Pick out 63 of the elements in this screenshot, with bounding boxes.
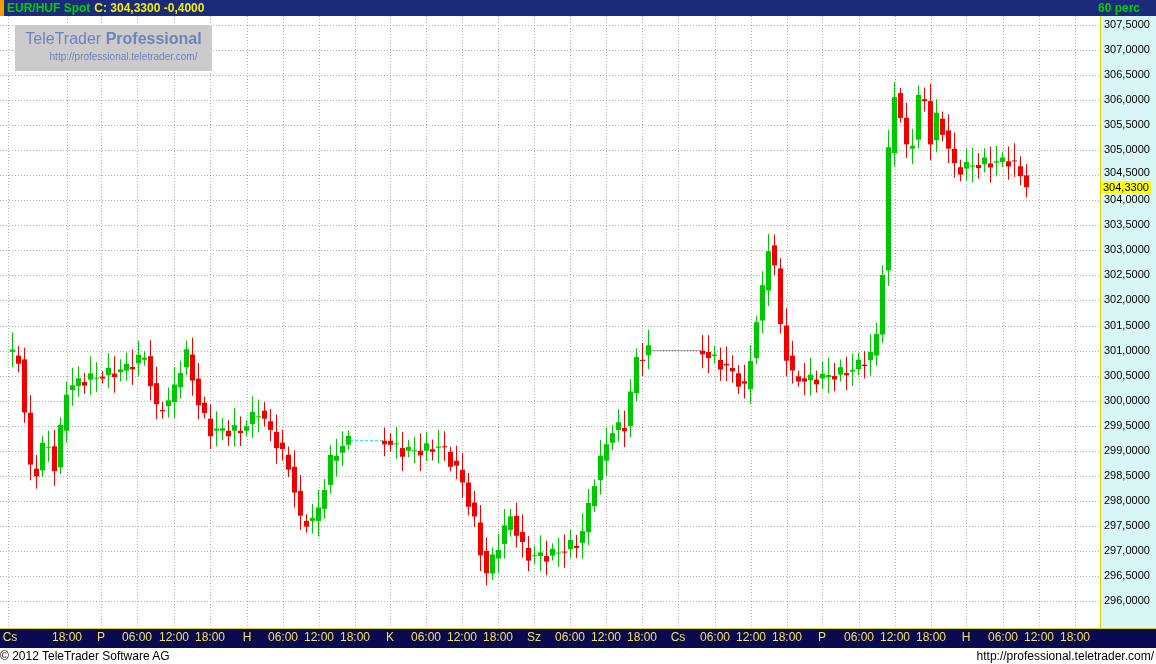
copyright-text: © 2012 TeleTrader Software AG [0, 650, 170, 662]
time-label: 06:00 [411, 631, 441, 643]
time-label: 06:00 [700, 631, 730, 643]
price-label: 307,0000 [1104, 44, 1150, 56]
price-label: 301,5000 [1104, 319, 1150, 331]
time-label: 12:00 [736, 631, 766, 643]
time-label: Sz [527, 631, 541, 643]
time-label: Cs [2, 631, 18, 643]
time-label: 18:00 [52, 631, 82, 643]
price-label: 300,5000 [1104, 369, 1150, 381]
price-label: 298,0000 [1104, 494, 1150, 506]
time-label: 18:00 [340, 631, 370, 643]
time-label: 18:00 [916, 631, 946, 643]
time-label: 12:00 [159, 631, 189, 643]
price-label: 306,5000 [1104, 69, 1150, 81]
footer-url: http://professional.teletrader.com/ [976, 650, 1155, 662]
price-label: 305,0000 [1104, 144, 1150, 156]
price-label: 298,5000 [1104, 469, 1150, 481]
price-label: 306,0000 [1104, 94, 1150, 106]
price-label: 296,5000 [1104, 570, 1150, 581]
price-label: 297,5000 [1104, 519, 1150, 531]
price-label: 302,5000 [1104, 269, 1150, 281]
price-label: 307,5000 [1104, 19, 1150, 30]
time-label: H [242, 631, 252, 643]
time-label: H [961, 631, 971, 643]
price-label: 305,5000 [1104, 119, 1150, 131]
time-label: 06:00 [268, 631, 298, 643]
interval-label: 60 perc [1097, 2, 1140, 14]
last-price-tag: 304,3300 [1101, 180, 1151, 193]
time-label: 18:00 [195, 631, 225, 643]
time-label: 06:00 [122, 631, 152, 643]
time-label: 06:00 [844, 631, 874, 643]
logo-text: TeleTrader Professional [25, 31, 202, 47]
time-label: 12:00 [447, 631, 477, 643]
time-label: 18:00 [1060, 631, 1090, 643]
price-label: 299,0000 [1104, 444, 1150, 456]
logo-url: http://professional.teletrader.com/ [49, 52, 198, 62]
time-label: 12:00 [591, 631, 621, 643]
time-label: 12:00 [880, 631, 910, 643]
price-label: 299,5000 [1104, 419, 1150, 431]
price-label: 302,0000 [1104, 294, 1150, 306]
time-label: 06:00 [555, 631, 585, 643]
time-label: K [386, 631, 394, 643]
time-label: 06:00 [988, 631, 1018, 643]
time-label: P [97, 631, 105, 643]
time-label: Cs [670, 631, 686, 643]
price-label: 304,5000 [1104, 167, 1150, 179]
time-label: 18:00 [627, 631, 657, 643]
time-label: 12:00 [1024, 631, 1054, 643]
price-label: 296,0000 [1104, 595, 1150, 607]
time-label: P [818, 631, 826, 643]
instrument-name: EUR/HUF Spot [7, 2, 91, 14]
last-quote: C: 304,3300 -0,4000 [94, 2, 205, 14]
price-label: 304,0000 [1104, 194, 1150, 206]
price-label: 300,0000 [1104, 394, 1150, 406]
price-label: 301,0000 [1104, 344, 1150, 356]
marker-icon [0, 0, 4, 16]
price-label: 303,0000 [1104, 244, 1150, 256]
price-label: 303,5000 [1104, 219, 1150, 231]
time-label: 18:00 [483, 631, 513, 643]
price-label: 297,0000 [1104, 544, 1150, 556]
time-label: 18:00 [772, 631, 802, 643]
time-label: 12:00 [304, 631, 334, 643]
